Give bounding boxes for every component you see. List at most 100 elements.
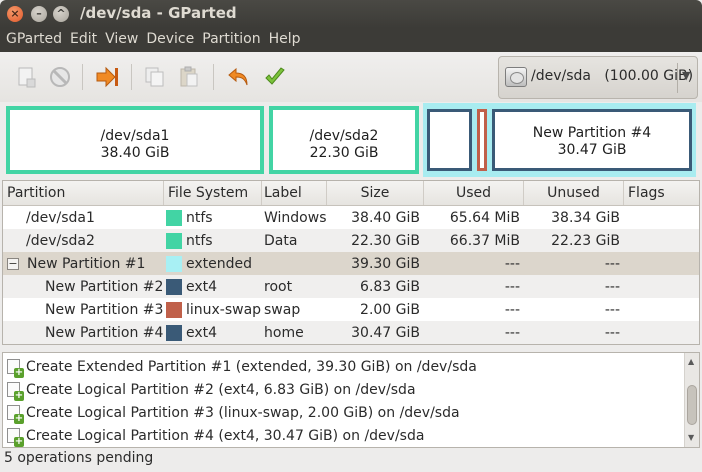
cell-filesystem: extended [164, 255, 262, 272]
resize-move-icon[interactable] [95, 65, 119, 89]
cell-filesystem: ext4 [164, 324, 262, 341]
cell-unused: 22.23 GiB [551, 232, 620, 249]
col-label[interactable]: Label [262, 181, 327, 205]
col-unused[interactable]: Unused [524, 181, 624, 205]
cell-used: --- [504, 324, 520, 341]
scrollbar-thumb[interactable] [687, 385, 697, 425]
diskmap-partition-name: /dev/sda2 [309, 128, 379, 144]
close-icon[interactable]: × [7, 6, 23, 22]
cell-partition: New Partition #3 [45, 301, 164, 318]
cell-partition: /dev/sda1 [26, 209, 95, 226]
cell-filesystem: ext4 [164, 278, 262, 295]
cell-size: 30.47 GiB [351, 324, 420, 341]
undo-icon[interactable] [227, 65, 251, 89]
list-item[interactable]: Create Logical Partition #4 (ext4, 30.47… [3, 424, 683, 447]
diskmap-partition-name: /dev/sda1 [100, 128, 170, 144]
collapse-icon[interactable]: − [7, 257, 19, 270]
cell-filesystem-text: ntfs [186, 209, 213, 226]
cell-label: root [264, 278, 293, 295]
cell-partition: /dev/sda2 [26, 232, 95, 249]
cell-unused: --- [604, 324, 620, 341]
gparted-window: × – ^ /dev/sda - GParted GParted Edit Vi… [0, 0, 702, 472]
menu-edit[interactable]: Edit [66, 28, 101, 52]
table-header: Partition File System Label Size Used Un… [3, 181, 699, 206]
cell-filesystem-text: ntfs [186, 232, 213, 249]
diskmap-partition-size: 38.40 GiB [100, 145, 170, 161]
list-item[interactable]: Create Extended Partition #1 (extended, … [3, 355, 683, 378]
diskmap-extended-partition[interactable]: New Partition #4 30.47 GiB [423, 103, 696, 177]
chevron-down-icon: ▼ [682, 69, 691, 82]
col-partition[interactable]: Partition [3, 181, 164, 205]
table-row[interactable]: New Partition #4 ext4 home 30.47 GiB ---… [3, 321, 699, 344]
diskmap-partition-sda2[interactable]: /dev/sda2 22.30 GiB [269, 106, 419, 174]
diskmap-partition-sda1[interactable]: /dev/sda1 38.40 GiB [6, 106, 264, 174]
list-item[interactable]: Create Logical Partition #2 (ext4, 6.83 … [3, 378, 683, 401]
cell-size: 6.83 GiB [360, 278, 420, 295]
col-used[interactable]: Used [424, 181, 524, 205]
cell-size: 2.00 GiB [360, 301, 420, 318]
cell-filesystem: ntfs [164, 232, 262, 249]
maximize-icon[interactable]: ^ [53, 6, 69, 22]
cell-label: swap [264, 301, 301, 318]
toolbar-separator [131, 64, 132, 90]
cell-used: 65.64 MiB [449, 209, 520, 226]
add-partition-icon [7, 405, 24, 424]
menu-device[interactable]: Device [142, 28, 198, 52]
filesystem-color-swatch [166, 232, 182, 249]
scroll-up-icon[interactable]: ▲ [688, 357, 694, 366]
operation-text: Create Logical Partition #2 (ext4, 6.83 … [26, 381, 416, 398]
cell-used: --- [504, 255, 520, 272]
menu-partition[interactable]: Partition [198, 28, 264, 52]
device-selector[interactable]: /dev/sda (100.00 GiB) ▼ [498, 56, 698, 99]
scroll-down-icon[interactable]: ▼ [688, 433, 694, 442]
title-bar: × – ^ /dev/sda - GParted [0, 0, 702, 28]
table-row[interactable]: New Partition #2 ext4 root 6.83 GiB --- … [3, 275, 699, 298]
cell-label: home [264, 324, 304, 341]
list-item[interactable]: Create Logical Partition #3 (linux-swap,… [3, 401, 683, 424]
apply-icon[interactable] [263, 65, 287, 89]
cell-filesystem-text: ext4 [186, 278, 218, 295]
status-bar-text: 5 operations pending [4, 450, 154, 466]
diskmap-partition-new2[interactable] [427, 109, 472, 171]
paste-icon[interactable] [177, 65, 201, 89]
cell-filesystem-text: ext4 [186, 324, 218, 341]
cell-filesystem-text: linux-swap [186, 301, 262, 318]
diskmap-partition-size: 22.30 GiB [309, 145, 379, 161]
table-row[interactable]: /dev/sda2 ntfs Data 22.30 GiB 66.37 MiB … [3, 229, 699, 252]
filesystem-color-swatch [166, 324, 182, 341]
col-size[interactable]: Size [327, 181, 424, 205]
col-filesystem[interactable]: File System [164, 181, 262, 205]
diskmap-partition-new3[interactable] [477, 109, 487, 171]
table-row[interactable]: − New Partition #1 extended 39.30 GiB --… [3, 252, 699, 275]
operation-text: Create Logical Partition #4 (ext4, 30.47… [26, 427, 425, 444]
filesystem-color-swatch [166, 278, 182, 295]
delete-icon[interactable] [48, 65, 72, 89]
cell-partition: New Partition #2 [45, 278, 164, 295]
filesystem-color-swatch [166, 301, 182, 318]
window-title: /dev/sda - GParted [80, 4, 237, 22]
copy-icon[interactable] [143, 65, 167, 89]
pending-operations-list: Create Extended Partition #1 (extended, … [2, 352, 700, 448]
menu-bar: GParted Edit View Device Partition Help [0, 28, 702, 52]
cell-used: 66.37 MiB [449, 232, 520, 249]
cell-partition: New Partition #4 [45, 324, 164, 341]
toolbar-separator [213, 64, 214, 90]
cell-filesystem: ntfs [164, 209, 262, 226]
harddisk-icon [505, 67, 527, 87]
cell-label: Data [264, 232, 298, 249]
menu-gparted[interactable]: GParted [2, 28, 66, 52]
device-selector-label: /dev/sda (100.00 GiB) [531, 68, 694, 84]
table-row[interactable]: /dev/sda1 ntfs Windows 38.40 GiB 65.64 M… [3, 206, 699, 229]
table-row[interactable]: New Partition #3 linux-swap swap 2.00 Gi… [3, 298, 699, 321]
diskmap-partition-new4[interactable]: New Partition #4 30.47 GiB [492, 109, 692, 171]
cell-unused: --- [604, 278, 620, 295]
menu-view[interactable]: View [101, 28, 142, 52]
operations-scrollbar[interactable]: ▲ ▼ [684, 353, 699, 447]
col-flags[interactable]: Flags [624, 181, 699, 205]
minimize-icon[interactable]: – [31, 6, 47, 22]
menu-help[interactable]: Help [265, 28, 305, 52]
cell-size: 39.30 GiB [351, 255, 420, 272]
combo-separator [677, 63, 678, 93]
new-partition-icon[interactable] [14, 65, 38, 89]
cell-size: 38.40 GiB [351, 209, 420, 226]
